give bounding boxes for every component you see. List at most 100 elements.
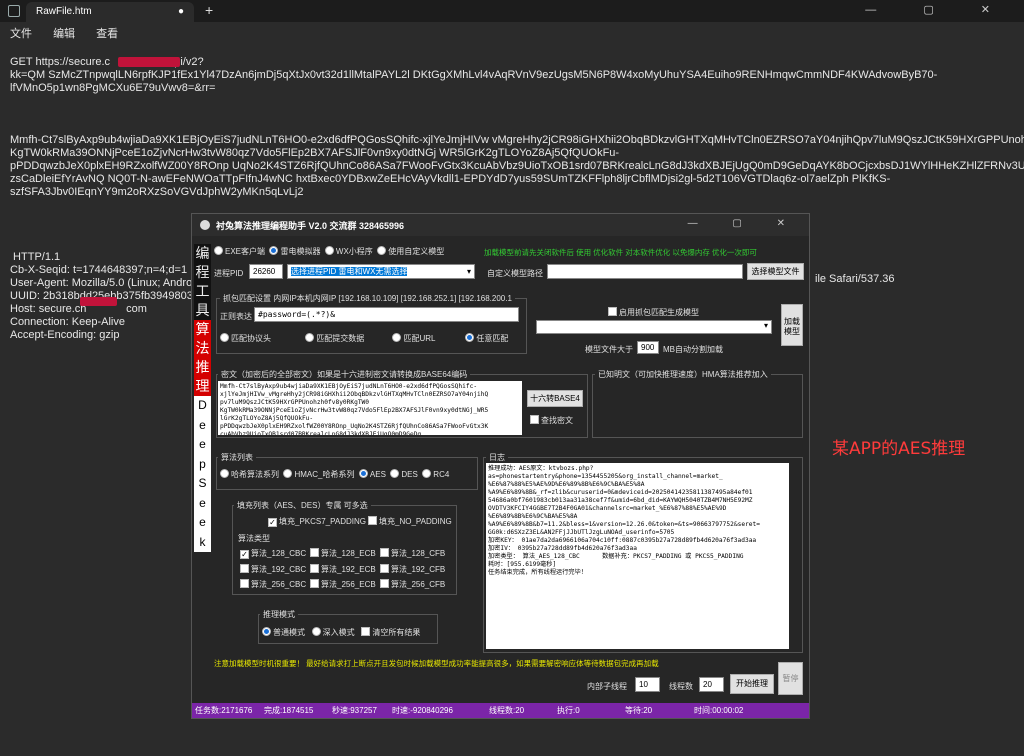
radio-match-url[interactable]: 匹配URL [392,333,435,343]
side-char: 算 [194,320,211,339]
new-tab-button[interactable]: + [205,2,213,18]
algo-radio-group: 哈希算法系列 HMAC_哈希系列 AES DES RC4 [220,469,449,480]
tool-window-controls[interactable]: — ▢ ✕ [688,218,801,229]
algo-192-cfb-checkbox[interactable]: 算法_192_CFB [380,563,445,574]
green-hint: 加载模型前请先关闭软件后 使用 优化软件 对本软件优化 以免爆内存 优化一次即可 [484,248,757,257]
find-cipher-checkbox[interactable]: 查找密文 [530,415,573,426]
tab-rawfile[interactable]: RawFile.htm ● [26,2,194,22]
notepad-line [10,199,1014,212]
pid-label: 进程PID [214,269,244,278]
cipher-label: 密文（加密后的全部密文）如果是十六进制密文请转换成BASE64编码 [218,369,471,380]
side-char: S [194,474,211,494]
match-radio-group: 匹配协议头 匹配提交数据 匹配URL 任意匹配 [220,333,508,344]
radio-deep-mode[interactable]: 深入模式 [311,627,355,637]
side-char: 理 [194,377,211,396]
regex-input[interactable]: #password=(.*?)& [254,307,519,322]
radio-match-any[interactable]: 任意匹配 [465,333,508,343]
algo-128-ecb-checkbox[interactable]: 算法_128_ECB [310,546,380,562]
status-done: 完成:1874515 [264,706,314,715]
radio-des[interactable]: DES [390,469,418,479]
notepad-line: szfSFA3Jbv0IEqnYY9m2oRXzSoVGVdJphW2yMKn5… [10,186,304,198]
chevron-down-icon[interactable]: ▾ [764,321,768,330]
inner-threads-label: 内部子线程 [587,682,627,691]
inner-threads-input[interactable]: 10 [635,677,660,692]
side-char: 具 [194,301,211,320]
tool-titlebar: 衬兔算法推理编程助手 V2.0 交流群 328465996 — ▢ ✕ [192,214,809,236]
status-exec: 执行:0 [557,706,580,715]
algo-type-row: 算法_192_CBC 算法_192_ECB 算法_192_CFB [240,562,445,578]
redaction-mark [118,57,180,67]
algo-group-label: 算法列表 [218,452,256,463]
tab-title: RawFile.htm [36,6,92,17]
pause-button[interactable]: 暂停 [778,662,803,695]
plaintext-group [592,374,803,438]
menu-view[interactable]: 查看 [96,28,118,40]
notepad-line: Mmfh-Ct7slByAxp9ub4wjiaDa9XK1EBjOyEiS7ju… [10,134,1024,146]
side-char: 工 [194,282,211,301]
padding-none-checkbox[interactable]: 填充_NO_PADDING [368,516,452,527]
side-char: D [194,396,211,416]
yellow-hint: 注意加载模型时机很重要！ 最好给请求打上断点开且发包时候加载模型成功率能提高很多… [214,659,659,668]
start-button[interactable]: 开始推理 [730,674,774,694]
radio-exe[interactable]: EXE客户端 [214,246,265,256]
radio-hmac[interactable]: HMAC_哈希系列 [283,469,354,479]
radio-rc4[interactable]: RC4 [422,469,449,479]
notepad-line [10,108,1014,121]
algo-type-row: 算法_256_CBC 算法_256_ECB 算法_256_CFB [240,577,445,593]
pid-select[interactable]: 选择进程PID 雷电和WX无需选择 ▾ [287,264,475,279]
notepad-line [10,121,1014,134]
status-speed: 秒速:937257 [332,706,377,715]
model-size-label: 模型文件大于 [585,345,633,354]
cipher-textarea[interactable]: Mmfh-Ct7slByAxp9ub4wjiaDa9XK1EBjOyEiS7ju… [218,381,522,435]
select-model-button[interactable]: 选择模型文件 [747,263,804,280]
menu-file[interactable]: 文件 [10,28,32,40]
regex-label: 正则表达 [220,312,252,321]
clear-results-checkbox[interactable]: 清空所有结果 [361,627,420,637]
algo-128-cfb-checkbox[interactable]: 算法_128_CFB [380,548,445,558]
redaction-mark [80,297,117,306]
model-select[interactable]: ▾ [536,320,772,334]
padding-pkcs7-checkbox[interactable]: ✓ 填充_PKCS7_PADDING [268,516,366,527]
radio-normal-mode[interactable]: 普通模式 [262,627,305,637]
status-tasks: 任务数:2171676 [195,706,253,715]
threads-input[interactable]: 20 [699,677,724,692]
radio-wx[interactable]: WX小程序 [324,246,373,256]
custom-model-path-input[interactable] [547,264,743,279]
algo-128-cbc-checkbox[interactable]: ✓ 算法_128_CBC [240,546,310,562]
algo-192-ecb-checkbox[interactable]: 算法_192_ECB [310,562,380,578]
chevron-down-icon[interactable]: ▾ [467,265,471,278]
radio-emulator[interactable]: 雷电模拟器 [269,246,320,256]
annotation-label: 某APP的AES推理 [832,439,966,459]
algo-256-cfb-checkbox[interactable]: 算法_256_CFB [380,579,445,589]
padding-group-label: 填充列表（AES、DES）专属 可多选 [234,500,371,511]
tool-title: 衬兔算法推理编程助手 V2.0 交流群 328465996 [216,221,405,231]
threads-label: 线程数 [669,682,693,691]
status-elapsed: 时间:00:00:02 [694,706,744,715]
model-size-input[interactable]: 900 [637,341,659,354]
side-char: 程 [194,263,211,282]
user-agent-tail: ile Safari/537.36 [815,273,895,285]
window-controls[interactable]: — ▢ ✕ [865,3,1012,16]
log-textarea[interactable]: 推理成功：AES原文：ktvbozs.php? as=phonestartent… [486,463,789,649]
algo-256-cbc-checkbox[interactable]: 算法_256_CBC [240,577,310,593]
notepad-tabbar: RawFile.htm ● + — ▢ ✕ [0,0,1024,22]
model-size-unit: MB自动分割加载 [663,345,723,354]
radio-aes[interactable]: AES [358,469,386,479]
algo-type-grid: ✓ 算法_128_CBC 算法_128_ECB 算法_128_CFB 算法_192_C… [240,546,445,593]
mode-group-label: 推理模式 [260,609,298,620]
enable-model-checkbox[interactable]: 启用抓包匹配生成模型 [608,307,699,318]
unsaved-dot-icon[interactable]: ● [178,2,184,22]
status-wait: 等待:20 [625,706,653,715]
hex-to-base64-button[interactable]: 十六转BASE4 [527,390,583,407]
menu-edit[interactable]: 编辑 [53,28,75,40]
algo-192-cbc-checkbox[interactable]: 算法_192_CBC [240,562,310,578]
radio-match-body[interactable]: 匹配提交数据 [305,333,364,343]
radio-custom-model[interactable]: 使用自定义模型 [377,246,444,256]
pid-input[interactable]: 26260 [249,264,283,279]
radio-hash[interactable]: 哈希算法系列 [220,469,279,479]
algo-256-ecb-checkbox[interactable]: 算法_256_ECB [310,577,380,593]
side-char: 推 [194,358,211,377]
radio-match-header[interactable]: 匹配协议头 [220,333,271,343]
load-model-button[interactable]: 加载模型 [781,304,803,346]
custom-model-label: 自定义模型路径 [487,269,543,278]
